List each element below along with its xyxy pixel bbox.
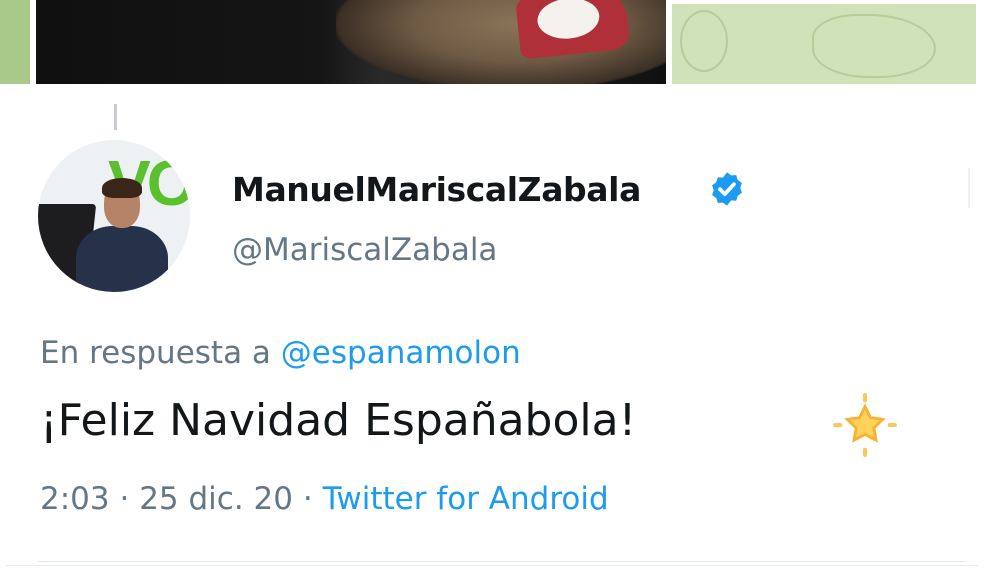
- avatar-body: [76, 226, 168, 292]
- media-thumbnail-right[interactable]: [672, 4, 976, 84]
- media-preview-strip[interactable]: [0, 0, 984, 86]
- divider: [38, 561, 966, 562]
- verified-badge-icon: [712, 172, 742, 206]
- avatar-decoration: [114, 104, 117, 130]
- meta-separator-2: ·: [302, 481, 313, 517]
- edge-mark: [968, 168, 970, 208]
- reply-context: En respuesta a @espanamolon: [40, 335, 521, 371]
- meta-separator-1: ·: [119, 481, 130, 517]
- media-thumbnail-center[interactable]: [36, 0, 666, 84]
- display-name[interactable]: ManuelMariscalZabala: [232, 170, 641, 209]
- avatar[interactable]: VO: [38, 140, 190, 292]
- tweet-card: VO ManuelMariscalZabala @MariscalZabala …: [6, 90, 978, 566]
- user-handle[interactable]: @MariscalZabala: [232, 232, 497, 268]
- media-armband-disc: [535, 0, 602, 42]
- tweet-meta: 2:03 · 25 dic. 20 · Twitter for Android: [40, 481, 609, 517]
- tweet-text: ¡Feliz Navidad Españabola!: [40, 395, 637, 446]
- tweet-time[interactable]: 2:03: [40, 481, 110, 517]
- reply-mention-link[interactable]: @espanamolon: [281, 335, 521, 371]
- star-icon: [833, 393, 897, 457]
- tweet-source-link[interactable]: Twitter for Android: [323, 481, 609, 517]
- avatar-hair: [102, 178, 142, 198]
- tweet-date[interactable]: 25 dic. 20: [139, 481, 293, 517]
- media-thumbnail-left[interactable]: [0, 0, 30, 84]
- reply-prefix: En respuesta a: [40, 335, 271, 371]
